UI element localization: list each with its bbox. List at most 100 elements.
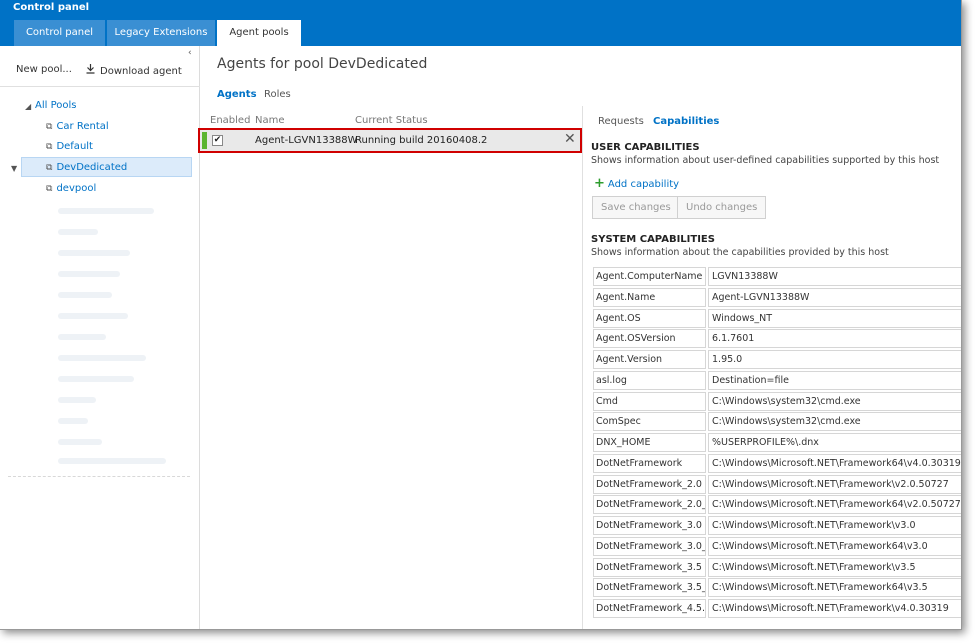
capability-name-field[interactable]: DotNetFramework_2.0 [593, 474, 706, 494]
tree-item-devpool[interactable]: ⧉ devpool [46, 179, 96, 199]
column-header-name[interactable]: Name [255, 115, 285, 126]
pool-label: DevDedicated [56, 162, 128, 173]
tree-item-all-pools[interactable]: All Pools [35, 96, 76, 116]
capability-name-field[interactable]: Agent.Version [593, 350, 706, 369]
obscured-pool-item [58, 376, 134, 382]
tab-agents[interactable]: Agents [217, 89, 257, 100]
capability-value-field[interactable]: C:\Windows\Microsoft.NET\Framework64\v3.… [708, 578, 961, 598]
obscured-pool-item [58, 439, 102, 445]
obscured-pool-item [58, 250, 130, 256]
tab-legacy-extensions[interactable]: Legacy Extensions [107, 20, 215, 46]
capability-name-field[interactable]: DotNetFramework_3.5_x64 [593, 578, 706, 598]
capability-row: DotNetFramework_4.5.3 C:\Windows\Microsof… [593, 599, 961, 618]
collapse-sidebar-icon[interactable]: ‹ [188, 48, 192, 58]
capability-row: DotNetFramework_3.5 C:\Windows\Microsoft.… [593, 557, 961, 577]
agent-details-pane: Requests Capabilities USER CAPABILITIES … [582, 106, 961, 629]
capability-value-field[interactable]: 1.95.0 [708, 350, 961, 369]
capability-row: Agent.ComputerName LGVN13388W [593, 267, 961, 286]
capability-row: Agent.Name Agent-LGVN13388W [593, 287, 961, 307]
capability-value-field[interactable]: C:\Windows\Microsoft.NET\Framework64\v3.… [708, 536, 961, 556]
capability-row: ComSpec C:\Windows\system32\cmd.exe [593, 412, 961, 432]
tab-control-panel[interactable]: Control panel [14, 20, 105, 46]
expand-all-pools-icon[interactable]: ◢ [25, 102, 31, 111]
download-agent-button[interactable]: Download agent [86, 64, 182, 77]
capability-value-field[interactable]: C:\Windows\Microsoft.NET\Framework\v3.5 [708, 557, 961, 577]
tab-agent-pools[interactable]: Agent pools [217, 20, 301, 46]
agent-row[interactable]: ✔ Agent-LGVN13388W Running build 2016040… [198, 128, 582, 153]
capability-row: DotNetFramework C:\Windows\Microsoft.NET\… [593, 453, 961, 473]
capability-value-field[interactable]: C:\Windows\Microsoft.NET\Framework\v2.0.… [708, 474, 961, 494]
capability-name-field[interactable]: DotNetFramework_3.5 [593, 557, 706, 577]
capability-name-field[interactable]: Agent.OS [593, 308, 706, 328]
obscured-pool-item [58, 313, 128, 319]
capability-name-field[interactable]: Agent.Name [593, 287, 706, 307]
capability-name-field[interactable]: Cmd [593, 391, 706, 411]
capability-row: DotNetFramework_2.0_x64C:\Windows\Micros… [593, 495, 961, 515]
capability-name-field[interactable]: asl.log [593, 370, 706, 390]
column-header-enabled[interactable]: Enabled [210, 115, 250, 126]
capability-name-field[interactable]: Agent.ComputerName [593, 267, 706, 286]
add-capability-button[interactable]: + Add capability [594, 176, 679, 191]
capability-row: DotNetFramework_2.0 C:\Windows\Microsoft.… [593, 474, 961, 494]
plus-icon: + [594, 176, 605, 191]
pools-sidebar: ‹ New pool... Download agent ◢ All Pools… [0, 46, 200, 629]
capability-name-field[interactable]: Agent.OSVersion [593, 329, 706, 349]
user-capabilities-heading: USER CAPABILITIES [591, 142, 700, 153]
agent-name: Agent-LGVN13388W [255, 135, 358, 146]
pool-label: devpool [56, 183, 97, 194]
capability-value-field[interactable]: Windows_NT [708, 308, 961, 328]
capability-value-field[interactable]: C:\Windows\Microsoft.NET\Framework\v4.0.… [708, 599, 961, 618]
tree-item-devdedicated[interactable]: ⧉ DevDedicated [21, 157, 192, 177]
tree-item-car-rental[interactable]: ⧉ Car Rental [46, 117, 109, 137]
expand-devdedicated-icon[interactable]: ▼ [11, 164, 17, 173]
capability-name-field[interactable]: DotNetFramework_3.0_x64 [593, 536, 706, 556]
capability-name-field[interactable]: DotNetFramework_4.5.3 [593, 599, 706, 618]
obscured-pool-item [58, 208, 154, 214]
pool-icon: ⧉ [46, 184, 53, 194]
capability-value-field[interactable]: Destination=file [708, 370, 961, 390]
pool-label: Default [56, 141, 93, 152]
capability-value-field[interactable]: %USERPROFILE%\.dnx [708, 433, 961, 452]
tab-capabilities[interactable]: Capabilities [653, 116, 719, 127]
capability-value-field[interactable]: LGVN13388W [708, 267, 961, 286]
obscured-pool-item [58, 271, 120, 277]
capability-value-field[interactable]: C:\Windows\system32\cmd.exe [708, 391, 961, 411]
column-header-status[interactable]: Current Status [355, 115, 428, 126]
new-pool-button[interactable]: New pool... [16, 64, 72, 75]
capability-name-field[interactable]: ComSpec [593, 412, 706, 432]
capability-value-field[interactable]: 6.1.7601 [708, 329, 961, 349]
save-changes-button[interactable]: Save changes [592, 196, 680, 219]
tree-item-default[interactable]: ⧉ Default [46, 137, 93, 157]
capability-name-field[interactable]: DotNetFramework_3.0 [593, 516, 706, 535]
main-tab-bar: Control panel Legacy Extensions Agent po… [0, 12, 961, 46]
user-capabilities-description: Shows information about user-defined cap… [591, 155, 940, 166]
capability-value-field[interactable]: C:\Windows\Microsoft.NET\Framework64\v4.… [708, 453, 961, 473]
capability-row: asl.log Destination=file [593, 370, 961, 390]
toolbar-divider [0, 86, 200, 87]
agent-online-indicator [202, 132, 207, 149]
capability-value-field[interactable]: C:\Windows\Microsoft.NET\Framework64\v2.… [708, 495, 961, 515]
capability-name-field[interactable]: DotNetFramework [593, 453, 706, 473]
capability-name-field[interactable]: DotNetFramework_2.0_x64 [593, 495, 706, 515]
agent-enabled-checkbox[interactable]: ✔ [212, 135, 223, 146]
tab-roles[interactable]: Roles [264, 89, 291, 100]
capability-value-field[interactable]: Agent-LGVN13388W [708, 287, 961, 307]
obscured-pool-item [58, 418, 88, 424]
obscured-pool-item [58, 334, 106, 340]
capability-value-field[interactable]: C:\Windows\system32\cmd.exe [708, 412, 961, 432]
capability-name-field[interactable]: DNX_HOME [593, 433, 706, 452]
capability-row: DotNetFramework_3.0 C:\Windows\Microsoft.… [593, 516, 961, 535]
obscured-pool-item [58, 458, 166, 464]
delete-agent-icon[interactable]: ✕ [564, 131, 576, 147]
tab-requests[interactable]: Requests [598, 116, 644, 127]
capability-value-field[interactable]: C:\Windows\Microsoft.NET\Framework\v3.0 [708, 516, 961, 535]
add-capability-label: Add capability [607, 179, 680, 190]
pool-label: Car Rental [56, 121, 109, 132]
capability-row: Cmd C:\Windows\system32\cmd.exe [593, 391, 961, 411]
undo-changes-button[interactable]: Undo changes [677, 196, 767, 219]
page-title: Agents for pool DevDedicated [217, 56, 428, 72]
sidebar-bottom-divider [8, 476, 190, 477]
download-icon [86, 64, 95, 77]
capability-row: DotNetFramework_3.0_x64C:\Windows\Micros… [593, 536, 961, 556]
agent-status: Running build 20160408.2 [355, 135, 488, 146]
